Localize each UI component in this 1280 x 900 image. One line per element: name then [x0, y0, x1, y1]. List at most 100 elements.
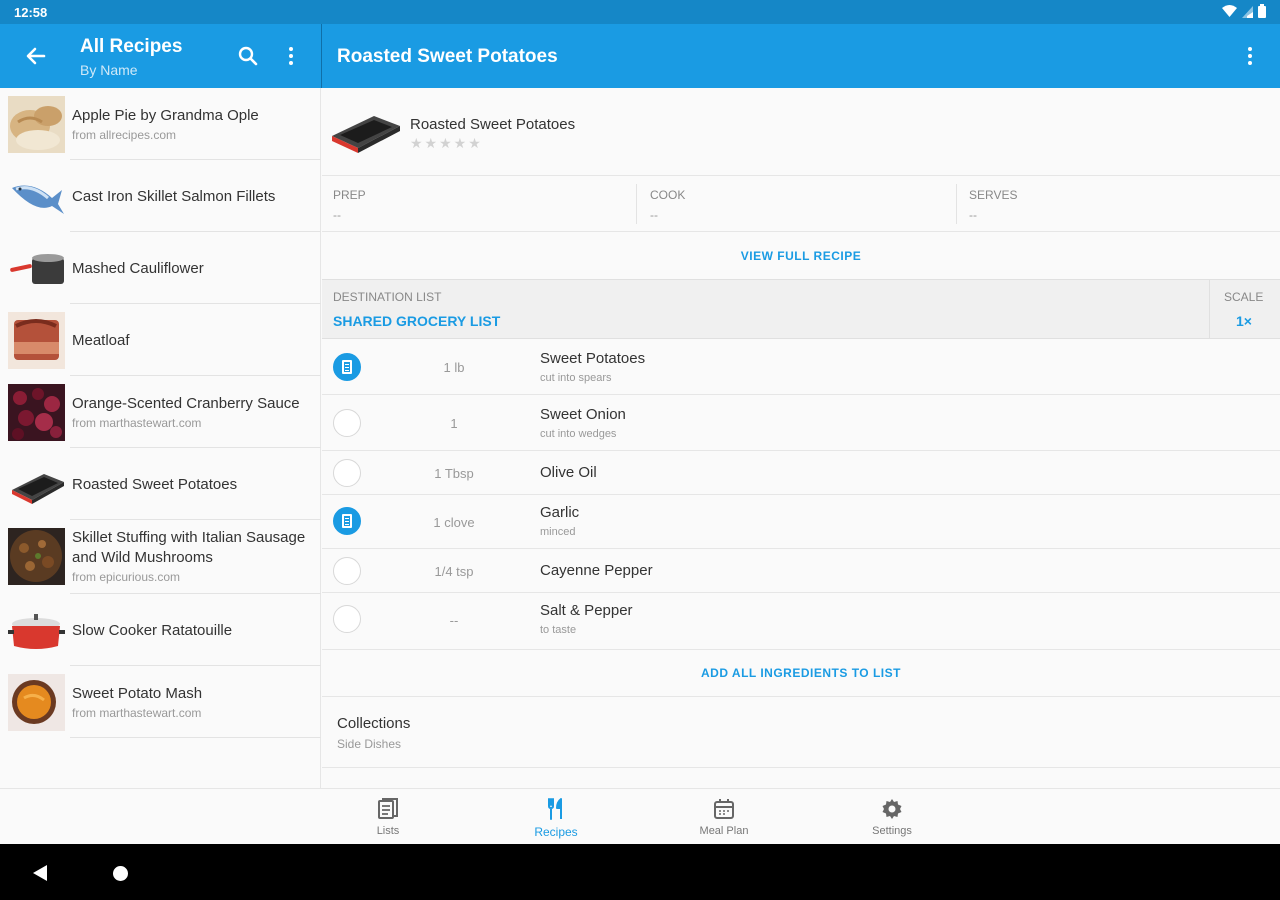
stat-label: SERVES	[969, 188, 1018, 202]
ingredient-checkbox[interactable]	[333, 459, 361, 487]
back-button[interactable]	[22, 44, 50, 68]
list-icon	[342, 514, 352, 528]
saucepan-thumbnail	[8, 240, 65, 297]
dot	[289, 54, 293, 58]
ingredient-row[interactable]: 1 lb Sweet Potatoes cut into spears	[322, 339, 1280, 395]
dot	[289, 61, 293, 65]
recipe-title: Meatloaf	[72, 332, 130, 349]
nav-recipes[interactable]: Recipes	[506, 789, 606, 845]
recipe-source: from marthastewart.com	[72, 706, 202, 720]
ingredient-checkbox[interactable]	[333, 557, 361, 585]
recipe-list-item[interactable]: Apple Pie by Grandma Ople from allrecipe…	[0, 88, 321, 160]
add-all-ingredients-button[interactable]: ADD ALL INGREDIENTS TO LIST	[322, 666, 1280, 680]
recipe-list-item[interactable]: Roasted Sweet Potatoes	[0, 448, 321, 520]
ingredient-row[interactable]: 1 Sweet Onion cut into wedges	[322, 395, 1280, 451]
cook-stat: COOK --	[639, 176, 957, 232]
recipe-title: Cast Iron Skillet Salmon Fillets	[72, 188, 276, 205]
collections-value: Side Dishes	[337, 737, 402, 751]
view-full-recipe-button[interactable]: VIEW FULL RECIPE	[322, 249, 1280, 263]
destination-list-section: DESTINATION LIST SHARED GROCERY LIST SCA…	[322, 279, 1280, 339]
system-back-icon[interactable]	[31, 864, 49, 882]
nav-meal-plan[interactable]: Meal Plan	[674, 789, 774, 845]
wifi-icon	[1222, 5, 1237, 17]
ingredient-quantity: 1	[450, 416, 458, 431]
baking-dish-image	[330, 108, 402, 156]
ingredient-note: to taste	[540, 624, 577, 636]
ingredient-name: Sweet Onion	[540, 406, 626, 423]
nav-label: Settings	[872, 825, 912, 837]
salmon-thumbnail	[8, 168, 65, 225]
stuffing-thumbnail	[8, 528, 65, 585]
stat-value: --	[333, 208, 341, 222]
ingredient-name: Salt & Pepper	[540, 602, 633, 619]
ingredient-name: Garlic	[540, 504, 580, 521]
recipe-list-item[interactable]: Skillet Stuffing with Italian Sausage an…	[0, 520, 321, 594]
ingredient-checkbox[interactable]	[333, 409, 361, 437]
slow-cooker-thumbnail	[8, 602, 65, 659]
recipe-header: Roasted Sweet Potatoes ★★★★★	[322, 88, 1280, 176]
scale-select[interactable]: 1×	[1236, 313, 1252, 329]
search-button[interactable]	[236, 44, 260, 68]
recipe-source: from allrecipes.com	[72, 128, 177, 142]
recipe-detail: Roasted Sweet Potatoes ★★★★★ PREP -- COO…	[322, 88, 1280, 788]
nav-lists[interactable]: Lists	[338, 789, 438, 845]
recipe-name: Roasted Sweet Potatoes	[410, 116, 576, 133]
recipe-list-item[interactable]: Slow Cooker Ratatouille	[0, 594, 321, 666]
rating-stars[interactable]: ★★★★★	[410, 135, 483, 152]
divider	[322, 767, 1280, 768]
recipe-list: Apple Pie by Grandma Ople from allrecipe…	[0, 88, 321, 788]
ingredient-checkbox[interactable]	[333, 605, 361, 633]
list-icon	[342, 360, 352, 374]
destination-list-select[interactable]: SHARED GROCERY LIST	[333, 313, 500, 329]
ingredient-quantity: --	[449, 613, 459, 628]
search-icon	[238, 46, 258, 66]
recipe-source: from epicurious.com	[72, 570, 181, 584]
ingredient-row[interactable]: 1/4 tsp Cayenne Pepper	[322, 549, 1280, 593]
ingredient-checkbox[interactable]	[333, 507, 361, 535]
ingredient-row[interactable]: -- Salt & Pepper to taste	[322, 593, 1280, 647]
lists-icon	[378, 798, 398, 819]
ingredient-name: Olive Oil	[540, 464, 597, 481]
recipe-list-item[interactable]: Sweet Potato Mash from marthastewart.com	[0, 666, 321, 738]
toolbar-subtitle[interactable]: By Name	[80, 62, 138, 78]
divider	[956, 184, 957, 224]
ingredient-note: minced	[540, 526, 576, 538]
ingredient-quantity: 1/4 tsp	[434, 564, 474, 579]
ingredient-note: cut into wedges	[540, 428, 617, 440]
nav-settings[interactable]: Settings	[842, 789, 942, 845]
calendar-icon	[714, 799, 734, 819]
right-overflow-menu-button[interactable]	[1240, 44, 1260, 68]
prep-stat: PREP --	[322, 176, 636, 232]
ingredient-note: cut into spears	[540, 372, 612, 384]
left-overflow-menu-button[interactable]	[281, 44, 301, 68]
recipe-list-item[interactable]: Mashed Cauliflower	[0, 232, 321, 304]
stat-value: --	[969, 208, 977, 222]
gear-icon	[882, 799, 902, 819]
signal-icon	[1242, 6, 1253, 18]
collections-label[interactable]: Collections	[337, 715, 410, 732]
divider	[70, 737, 321, 738]
stat-label: PREP	[333, 188, 366, 202]
baking-dish-thumbnail	[8, 456, 65, 513]
battery-icon	[1258, 4, 1266, 18]
recipe-title: Orange-Scented Cranberry Sauce	[72, 395, 300, 412]
meatloaf-thumbnail	[8, 312, 65, 369]
bottom-navigation: Lists Recipes Meal Plan Settings	[0, 788, 1280, 844]
recipe-title: Skillet Stuffing with Italian Sausage an…	[72, 529, 306, 566]
ingredient-row[interactable]: 1 clove Garlic minced	[322, 495, 1280, 549]
nav-label: Recipes	[534, 825, 578, 839]
arrow-back-icon	[26, 47, 46, 65]
system-home-button[interactable]	[113, 866, 128, 881]
recipes-toolbar: All Recipes By Name	[0, 24, 321, 88]
divider	[636, 184, 637, 224]
ingredient-row[interactable]: 1 Tbsp Olive Oil	[322, 451, 1280, 495]
recipe-list-item[interactable]: Meatloaf	[0, 304, 321, 376]
recipe-list-item[interactable]: Cast Iron Skillet Salmon Fillets	[0, 160, 321, 232]
recipe-source: from marthastewart.com	[72, 416, 202, 430]
nav-label: Meal Plan	[699, 825, 749, 837]
stat-label: COOK	[650, 188, 686, 202]
ingredient-checkbox[interactable]	[333, 353, 361, 381]
utensils-icon	[548, 798, 562, 820]
ingredient-quantity: 1 clove	[433, 515, 475, 530]
recipe-list-item[interactable]: Orange-Scented Cranberry Sauce from mart…	[0, 376, 321, 448]
